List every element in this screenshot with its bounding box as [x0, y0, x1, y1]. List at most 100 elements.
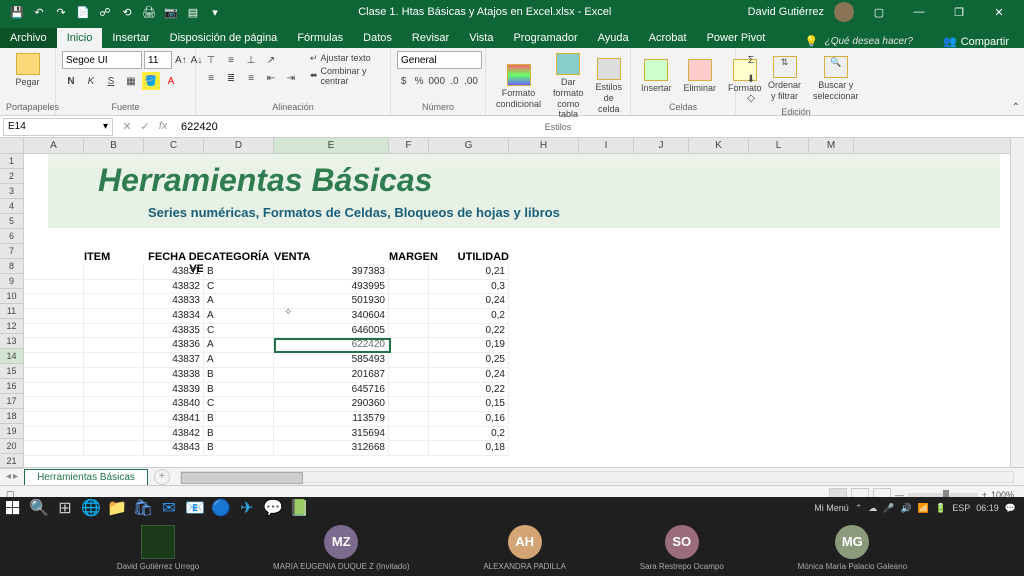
participant[interactable]: David Gutiérrez Urrego [117, 525, 199, 571]
excel-icon[interactable]: 📗 [286, 497, 312, 519]
table-row[interactable]: 43832C4939950,3 [24, 280, 509, 295]
chrome-icon[interactable]: 🔵 [208, 497, 234, 519]
table-row[interactable]: 43840C2903600,15 [24, 397, 509, 412]
dec-inc-icon[interactable]: .0 [448, 72, 461, 90]
currency-icon[interactable]: $ [397, 72, 410, 90]
tray-notif-icon[interactable]: 💬 [1005, 503, 1016, 514]
indent-inc-icon[interactable]: ⇥ [282, 69, 300, 87]
search-icon[interactable]: 🔍 [26, 497, 52, 519]
border-button[interactable]: ▦ [122, 72, 140, 90]
tray-batt-icon[interactable]: 🔋 [935, 503, 946, 514]
row-header-16[interactable]: 16 [0, 379, 23, 394]
font-selector[interactable] [62, 51, 142, 69]
zoom-slider[interactable] [908, 493, 978, 497]
participant[interactable]: MZMARIA EUGENIA DUQUE Z (Invitado) [273, 525, 409, 571]
col-header-H[interactable]: H [509, 138, 579, 153]
participant[interactable]: AHALEXANDRA PADILLA [483, 525, 566, 571]
tab-ayuda[interactable]: Ayuda [588, 28, 639, 48]
sort-filter-button[interactable]: ⇅Ordenar y filtrar [764, 54, 805, 104]
italic-button[interactable]: K [82, 72, 100, 90]
fx-icon[interactable]: fx [155, 120, 171, 133]
tab-disposición-de-página[interactable]: Disposición de página [160, 28, 288, 48]
tray-vol-icon[interactable]: 🔊 [901, 503, 912, 514]
col-header-L[interactable]: L [749, 138, 809, 153]
col-header-M[interactable]: M [809, 138, 854, 153]
fill-icon[interactable]: ⬇ [742, 70, 760, 88]
table-row[interactable]: 43833A5019300,24 [24, 294, 509, 309]
name-box[interactable]: E14▾ [3, 118, 113, 136]
row-header-11[interactable]: 11 [0, 304, 23, 319]
wrap-text-button[interactable]: ↵ Ajustar texto [306, 52, 384, 65]
row-header-2[interactable]: 2 [0, 169, 23, 184]
align-bot-icon[interactable]: ⊥ [242, 51, 260, 69]
clear-icon[interactable]: ◇ [742, 89, 760, 107]
qa-icon[interactable]: 📄 [76, 5, 90, 19]
participant[interactable]: SOSara Restrepo Ocampo [640, 525, 724, 571]
tab-acrobat[interactable]: Acrobat [639, 28, 697, 48]
row-header-13[interactable]: 13 [0, 334, 23, 349]
close-button[interactable]: ✕ [984, 6, 1014, 19]
col-header-K[interactable]: K [689, 138, 749, 153]
align-left-icon[interactable]: ≡ [202, 69, 220, 87]
mail-icon[interactable]: ✉ [156, 497, 182, 519]
row-header-8[interactable]: 8 [0, 259, 23, 274]
align-mid-icon[interactable]: ≡ [222, 51, 240, 69]
fontsize-selector[interactable] [144, 51, 172, 69]
tab-insertar[interactable]: Insertar [102, 28, 159, 48]
comma-icon[interactable]: 000 [428, 72, 446, 90]
minimize-button[interactable]: — [904, 6, 934, 18]
paste-button[interactable]: Pegar [6, 51, 49, 90]
cell-styles-button[interactable]: Estilos de celda [592, 56, 627, 116]
col-header-B[interactable]: B [84, 138, 144, 153]
col-header-J[interactable]: J [634, 138, 689, 153]
outlook-icon[interactable]: 📧 [182, 497, 208, 519]
sheet-nav-last-icon[interactable]: ▸ [13, 471, 18, 482]
whatsapp-icon[interactable]: 💬 [260, 497, 286, 519]
participant[interactable]: MGMónica María Palacio Galeano [798, 525, 907, 571]
hscrollbar[interactable] [180, 471, 1014, 483]
qa-icon6[interactable]: ▤ [186, 5, 200, 19]
qa-icon2[interactable]: ☍ [98, 5, 112, 19]
row-header-6[interactable]: 6 [0, 229, 23, 244]
row-header-10[interactable]: 10 [0, 289, 23, 304]
tab-revisar[interactable]: Revisar [402, 28, 459, 48]
edge-icon[interactable]: 🌐 [78, 497, 104, 519]
row-header-1[interactable]: 1 [0, 154, 23, 169]
align-top-icon[interactable]: ⊤ [202, 51, 220, 69]
row-header-5[interactable]: 5 [0, 214, 23, 229]
sheet-nav-first-icon[interactable]: ◂ [6, 471, 11, 482]
tab-file[interactable]: Archivo [0, 28, 57, 48]
row-header-18[interactable]: 18 [0, 409, 23, 424]
table-row[interactable]: 43841B1135790,16 [24, 412, 509, 427]
table-row[interactable]: 43839B6457160,22 [24, 383, 509, 398]
insert-cells-button[interactable]: Insertar [637, 57, 676, 96]
underline-button[interactable]: S [102, 72, 120, 90]
redo-icon[interactable]: ↷ [54, 5, 68, 19]
qa-icon5[interactable]: 📷 [164, 5, 178, 19]
tray-chevron-icon[interactable]: ⌃ [855, 503, 863, 514]
row-header-9[interactable]: 9 [0, 274, 23, 289]
tray-lang[interactable]: ESP [952, 503, 970, 513]
col-header-A[interactable]: A [24, 138, 84, 153]
user-name[interactable]: David Gutiérrez [748, 6, 824, 18]
delete-cells-button[interactable]: Eliminar [680, 57, 721, 96]
table-row[interactable]: 43831B3973830,21 [24, 265, 509, 280]
taskview-icon[interactable]: ⊞ [52, 497, 78, 519]
table-row[interactable]: 43834A3406040,2 [24, 309, 509, 324]
sheet-tab-active[interactable]: Herramientas Básicas [24, 469, 148, 485]
tray-sync-icon[interactable]: ☁ [868, 503, 877, 514]
tray-mic-icon[interactable]: 🎤 [883, 503, 894, 514]
spreadsheet-grid[interactable]: 123456789101112131415161718192021 ABCDEF… [0, 138, 1024, 467]
col-header-F[interactable]: F [389, 138, 429, 153]
qa-icon3[interactable]: ⟲ [120, 5, 134, 19]
orient-icon[interactable]: ↗ [262, 51, 280, 69]
tab-datos[interactable]: Datos [353, 28, 402, 48]
row-header-12[interactable]: 12 [0, 319, 23, 334]
merge-button[interactable]: ⬌ Combinar y centrar [306, 65, 384, 87]
tray-wifi-icon[interactable]: 📶 [918, 503, 929, 514]
cond-format-button[interactable]: Formato condicional [492, 62, 545, 112]
indent-dec-icon[interactable]: ⇤ [262, 69, 280, 87]
col-header-D[interactable]: D [204, 138, 274, 153]
row-header-17[interactable]: 17 [0, 394, 23, 409]
row-header-21[interactable]: 21 [0, 454, 23, 469]
